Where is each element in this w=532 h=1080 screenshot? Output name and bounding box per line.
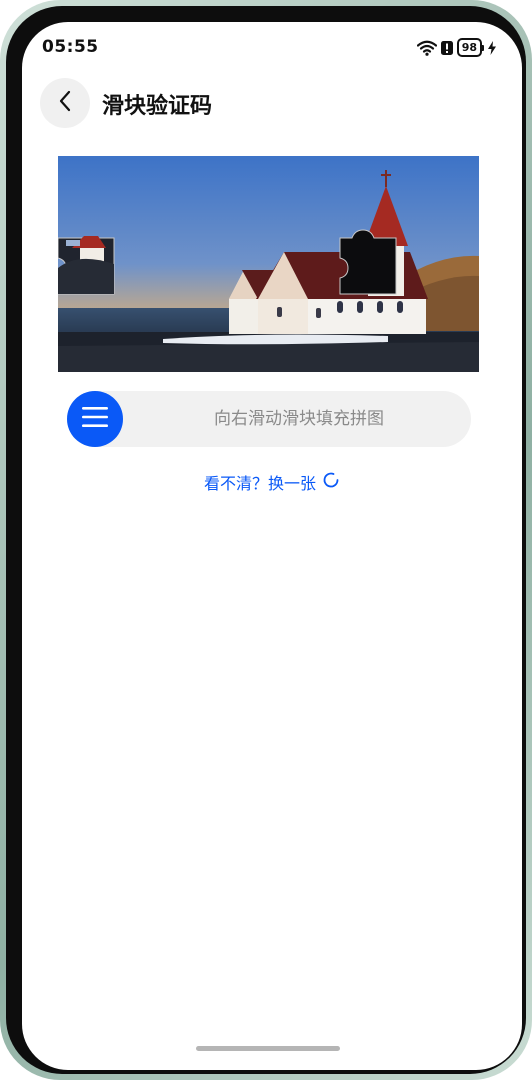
slider-handle[interactable] (67, 391, 123, 447)
refresh-label[interactable]: 看不清？换一张 (204, 470, 316, 494)
refresh-link[interactable]: 看不清？换一张 (22, 470, 522, 494)
battery-tip (482, 44, 484, 51)
page-title: 滑块验证码 (102, 94, 213, 119)
phone-frame: 05:55 98 滑块验证码 向右滑动滑块填充拼图 看不清？换一张 (0, 0, 532, 1080)
home-indicator[interactable] (196, 1046, 340, 1051)
alert-icon (440, 40, 453, 56)
back-button[interactable] (40, 78, 90, 128)
chevron-left-icon (58, 90, 72, 116)
menu-lines-icon (82, 406, 108, 432)
refresh-icon[interactable] (322, 471, 340, 493)
status-bar: 05:55 98 (22, 22, 522, 72)
slider-hint: 向右滑动滑块填充拼图 (214, 409, 384, 429)
phone-bezel: 05:55 98 滑块验证码 向右滑动滑块填充拼图 看不清？换一张 (6, 6, 526, 1074)
captcha-image (58, 156, 479, 372)
puzzle-piece-icon (58, 236, 115, 295)
battery-level: 98 (456, 38, 482, 57)
charging-icon (488, 40, 496, 55)
status-time: 05:55 (42, 37, 99, 57)
header: 滑块验证码 (22, 76, 522, 132)
slider-track[interactable]: 向右滑动滑块填充拼图 (67, 391, 471, 447)
puzzle-gap-icon (339, 229, 397, 295)
screen: 05:55 98 滑块验证码 向右滑动滑块填充拼图 看不清？换一张 (22, 22, 522, 1070)
wifi-icon (416, 40, 437, 56)
battery-icon: 98 (456, 38, 484, 57)
status-icons: 98 (416, 38, 496, 57)
